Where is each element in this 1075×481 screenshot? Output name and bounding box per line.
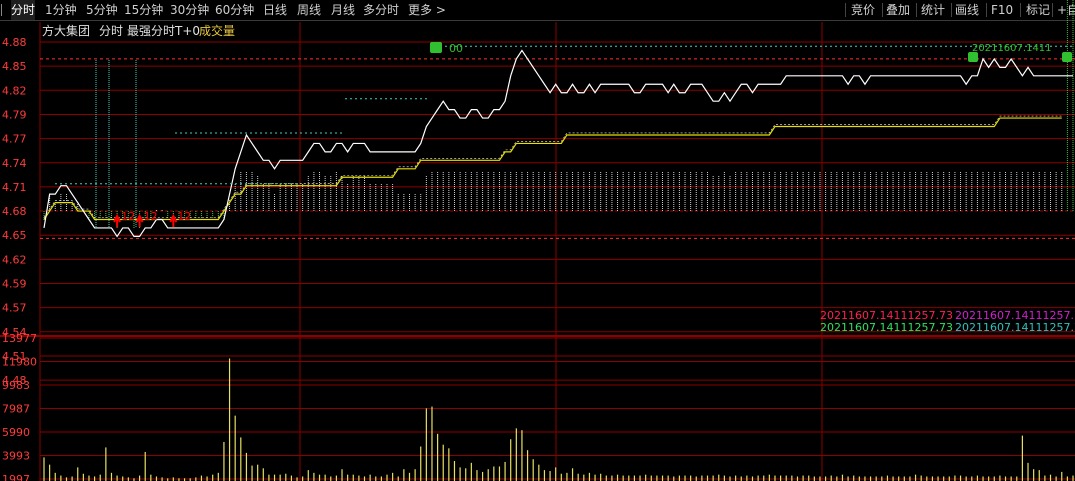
volume-axis-label: 5990	[2, 426, 30, 439]
price-axis-label: 4.77	[2, 133, 27, 146]
marker-icon	[1062, 52, 1072, 62]
peak-marker-icon	[430, 42, 442, 53]
marker-overlap-label: 20211607.14111257.75	[955, 321, 1075, 334]
price-axis-label: 4.68	[2, 205, 27, 218]
price-axis-label: 4.65	[2, 229, 27, 242]
price-axis-label: 4.82	[2, 84, 27, 97]
volume-axis-label: 13977	[2, 332, 37, 345]
volume-axis-label: 11980	[2, 356, 37, 369]
peak-value-label: 00	[449, 42, 463, 55]
price-axis-label: 4.88	[2, 36, 27, 49]
price-axis-label: 4.74	[2, 157, 27, 170]
price-axis-label: 4.57	[2, 302, 27, 315]
price-axis-label: 4.71	[2, 181, 27, 194]
price-axis-label: 4.85	[2, 60, 27, 73]
buy-signal-arrow-icon	[135, 213, 144, 227]
volume-axis-label: 9983	[2, 379, 30, 392]
buy-signal-label: 12	[144, 210, 158, 223]
average-upper-band	[43, 115, 1062, 218]
buy-signal-label: 12	[177, 210, 191, 223]
price-axis-label: 4.62	[2, 253, 27, 266]
marker-text: 20211607.1411	[972, 43, 1052, 54]
volume-axis-label: 3993	[2, 450, 30, 463]
volume-axis-label: 1997	[2, 473, 30, 481]
marker-green-label: 20211607.14111257.73	[820, 321, 953, 334]
price-axis-label: 4.59	[2, 278, 27, 291]
volume-axis-label: 7987	[2, 403, 30, 416]
intraday-chart[interactable]: 4.88 4.85 4.82 4.79 4.77 4.74 4.71 4.68 4.65 4.62…	[0, 0, 1075, 481]
buy-signal-label: 12	[121, 210, 135, 223]
price-axis-label: 4.79	[2, 108, 27, 121]
